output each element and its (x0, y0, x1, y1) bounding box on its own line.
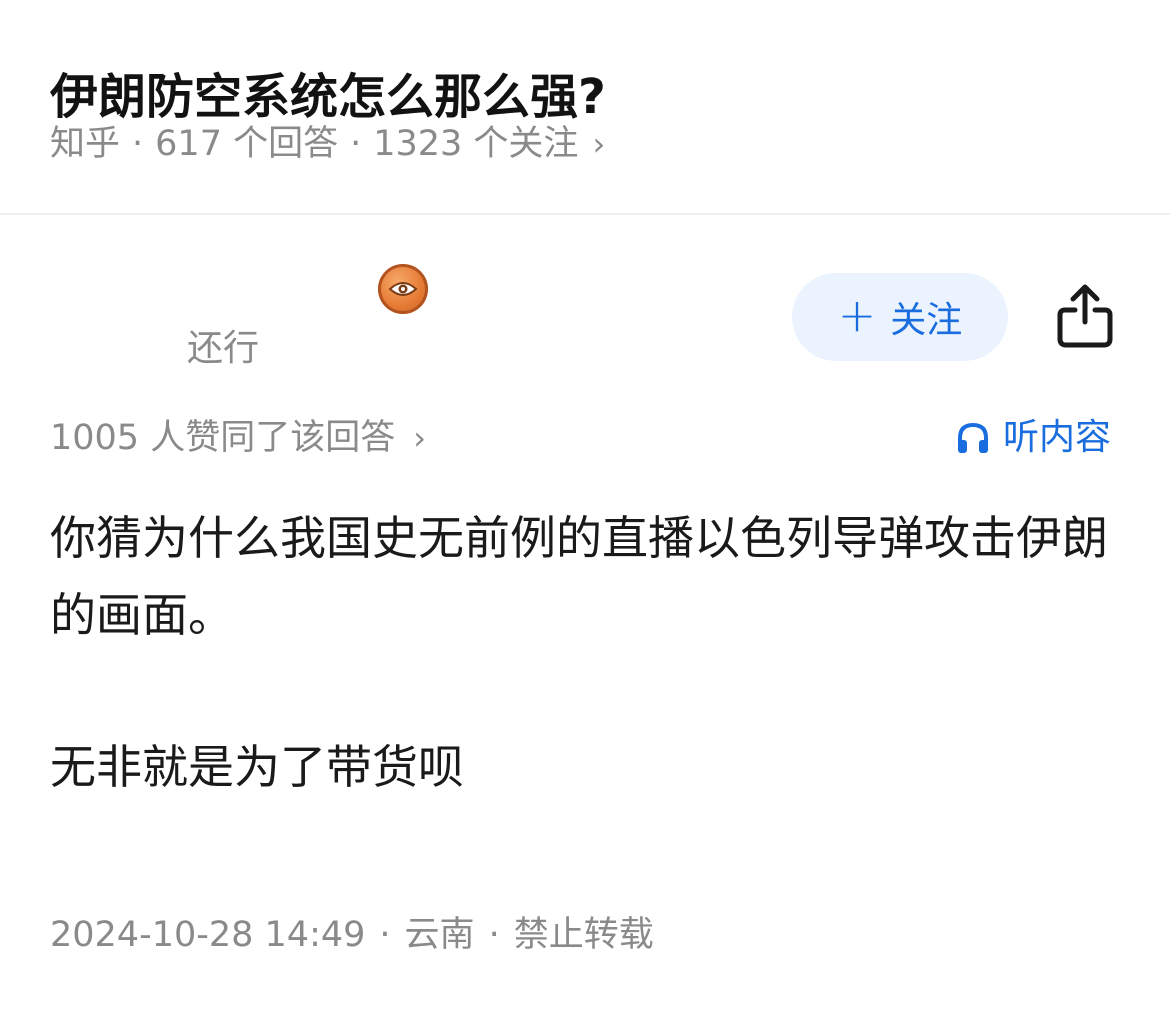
answer-location: 云南 (404, 915, 475, 955)
section-divider (0, 213, 1170, 215)
answer-footer: 2024-10-28 14:49 · 云南 · 禁止转载 (50, 908, 654, 962)
eye-badge-icon[interactable] (378, 264, 428, 314)
meta-separator: · (132, 124, 144, 164)
follow-label: 关注 (890, 300, 963, 341)
chevron-right-icon: › (592, 125, 606, 163)
footer-separator: · (488, 915, 500, 955)
answer-datetime: 2024-10-28 14:49 (50, 915, 366, 955)
question-meta[interactable]: 知乎 · 617 个回答 · 1323 个关注 › (50, 118, 605, 170)
headphones-icon (958, 422, 988, 453)
upvote-summary-label: 1005 人赞同了该回答 (50, 418, 396, 458)
followers-count: 1323 个关注 (373, 124, 579, 164)
plus-icon: + (837, 288, 877, 342)
chevron-right-icon: › (413, 419, 426, 457)
listen-button[interactable]: 听内容 (955, 412, 1111, 464)
listen-label: 听内容 (1003, 417, 1112, 458)
answers-count: 617 个回答 (155, 124, 339, 164)
question-source: 知乎 (50, 124, 121, 164)
upvote-summary[interactable]: 1005 人赞同了该回答 › (50, 412, 426, 464)
meta-separator: · (350, 124, 362, 164)
answer-body: 你猜为什么我国史无前例的直播以色列导弹攻击伊朗的画面。 无非就是为了带货呗 (50, 500, 1125, 806)
share-icon[interactable] (1053, 282, 1117, 350)
footer-separator: · (379, 915, 391, 955)
answer-paragraph: 你猜为什么我国史无前例的直播以色列导弹攻击伊朗的画面。 (50, 511, 1108, 642)
author-bio: 还行 (187, 328, 260, 369)
answer-paragraph: 无非就是为了带货呗 (50, 740, 464, 794)
follow-button[interactable]: + 关注 (792, 273, 1008, 361)
copyright-notice: 禁止转载 (513, 915, 654, 955)
